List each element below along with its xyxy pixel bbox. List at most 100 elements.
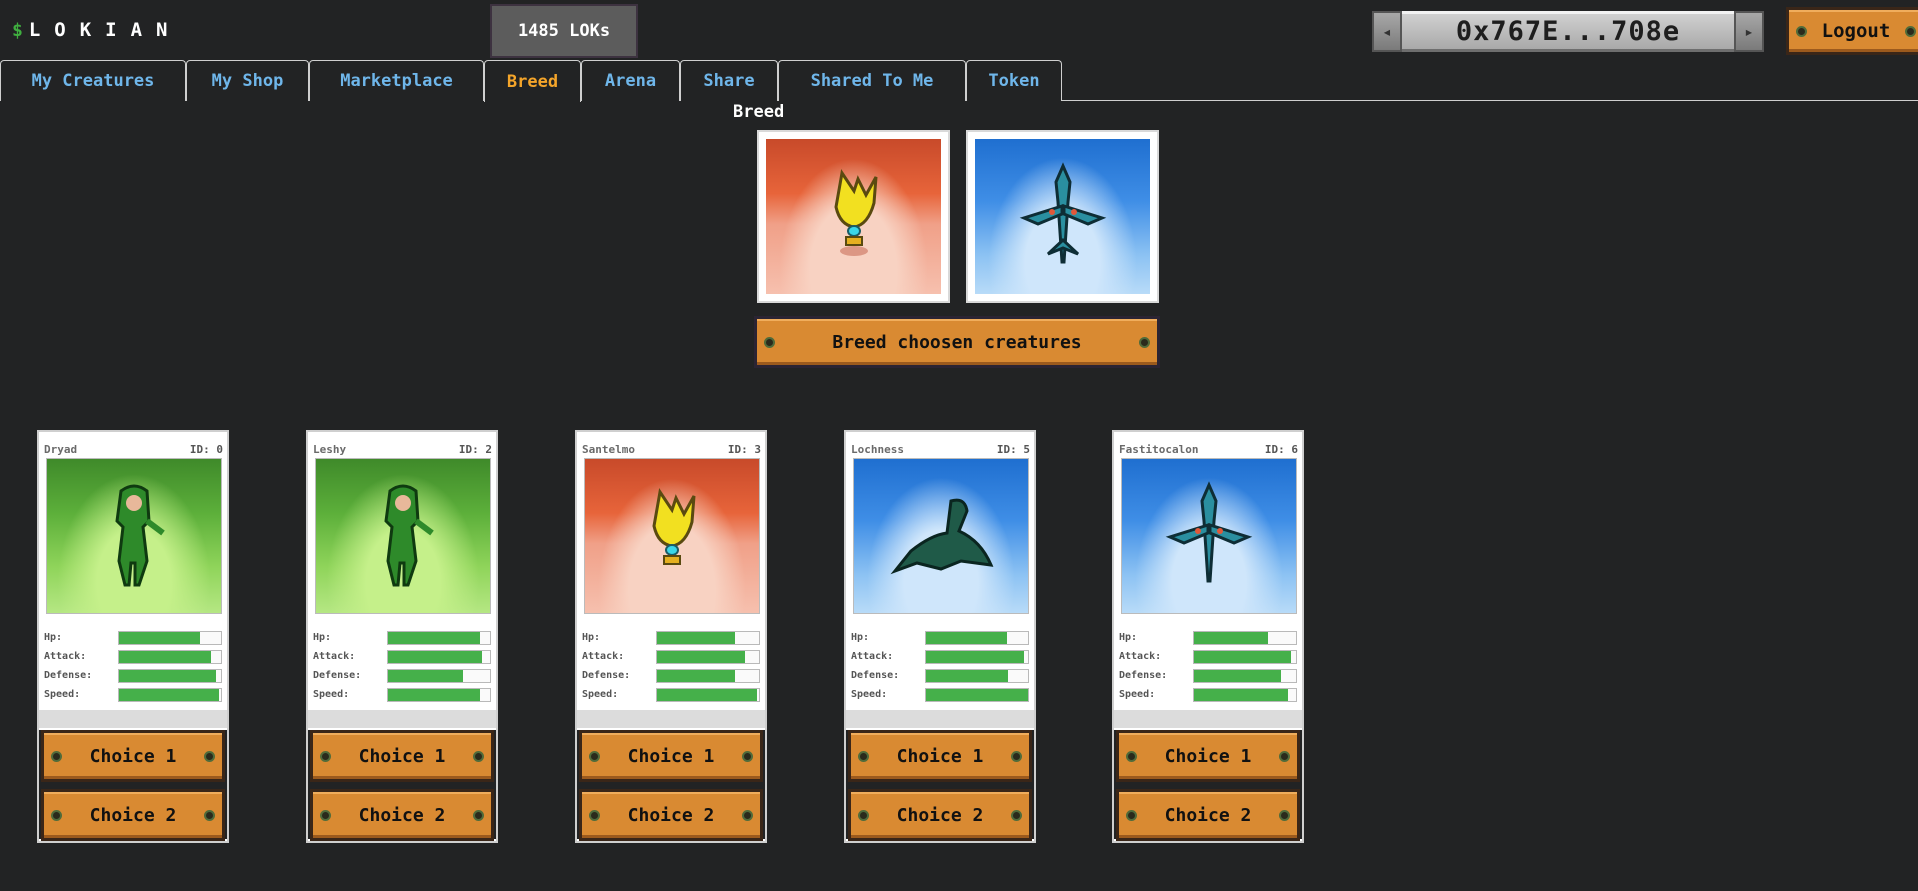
nail-icon [320, 809, 331, 821]
stat-bar [656, 630, 760, 645]
stat-label: Speed: [1119, 689, 1156, 700]
stat-bar-fill [657, 669, 735, 682]
card-header: Fastitocalon ID: 6 [1114, 432, 1302, 458]
creature-card-dryad: Dryad ID: 0 Hp: Attack: Defense: Speed: Cho… [37, 430, 229, 843]
logout-label: Logout [1821, 20, 1891, 42]
app-logo: $ LOKIAN [12, 18, 181, 42]
choice-2-button[interactable]: Choice 2 [848, 789, 1032, 841]
stat-bar-fill [926, 688, 1028, 701]
creature-name: Leshy [313, 443, 347, 456]
stat-label: Defense: [313, 670, 362, 681]
fire-habitat-portrait [584, 458, 760, 614]
nail-icon [858, 809, 869, 821]
creature-card-leshy: Leshy ID: 2 Hp: Attack: Defense: Speed: Cho… [306, 430, 498, 843]
choice-1-label: Choice 1 [1164, 745, 1252, 767]
stat-row: Attack: [1119, 647, 1298, 666]
stat-bar [925, 687, 1029, 702]
choice-2-button[interactable]: Choice 2 [1116, 789, 1300, 841]
breed-slot-2[interactable] [966, 130, 1159, 303]
santelmo-sprite [833, 168, 877, 256]
card-actions: Choice 1 Choice 2 [846, 730, 1034, 841]
card-actions: Choice 1 Choice 2 [577, 730, 765, 841]
choice-1-button[interactable]: Choice 1 [310, 730, 494, 782]
stat-row: Defense: [1119, 666, 1298, 685]
nail-icon [589, 750, 600, 762]
stat-bar-fill [1194, 688, 1288, 701]
stat-label: Hp: [44, 632, 63, 643]
nail-icon [1796, 25, 1807, 37]
stat-bar-fill [388, 650, 482, 663]
creature-stats: Hp: Attack: Defense: Speed: [1114, 628, 1302, 704]
stat-bar [118, 649, 222, 664]
choice-1-label: Choice 1 [627, 745, 715, 767]
tab-share[interactable]: Share [680, 60, 778, 101]
stat-bar-fill [926, 650, 1024, 663]
card-divider [1114, 710, 1302, 728]
stat-bar [387, 630, 491, 645]
stat-label: Defense: [851, 670, 900, 681]
nail-icon [203, 750, 215, 762]
nail-icon [741, 809, 753, 821]
fastitocalon-sprite [1165, 481, 1253, 583]
tab-token[interactable]: Token [966, 60, 1062, 101]
stat-row: Defense: [582, 666, 761, 685]
stat-bar-fill [388, 688, 480, 701]
stat-bar-fill [1194, 669, 1281, 682]
stat-bar [656, 668, 760, 683]
stat-bar [118, 687, 222, 702]
creature-name: Dryad [44, 443, 78, 456]
stat-bar-fill [388, 631, 480, 644]
stat-bar-fill [1194, 631, 1269, 644]
choice-2-button[interactable]: Choice 2 [310, 789, 494, 841]
stat-row: Attack: [851, 647, 1030, 666]
stat-bar [925, 649, 1029, 664]
stat-label: Hp: [313, 632, 332, 643]
stat-row: Attack: [582, 647, 761, 666]
breed-slot-1[interactable] [757, 130, 950, 303]
tab-marketplace[interactable]: Marketplace [309, 60, 484, 101]
wallet-address: 0x767E...708e [1402, 11, 1734, 52]
choice-1-button[interactable]: Choice 1 [41, 730, 225, 782]
stat-bar [118, 668, 222, 683]
creature-card-santelmo: Santelmo ID: 3 Hp: Attack: Defense: Speed: … [575, 430, 767, 843]
nail-icon [858, 750, 869, 762]
creature-name: Fastitocalon [1119, 443, 1199, 456]
choice-2-label: Choice 2 [1164, 804, 1252, 826]
stat-bar [387, 687, 491, 702]
creature-id: ID: 6 [1264, 443, 1298, 456]
choice-1-label: Choice 1 [896, 745, 984, 767]
fastitocalon-sprite [1019, 161, 1106, 263]
tab-my-creatures[interactable]: My Creatures [0, 60, 186, 101]
breed-creatures-button[interactable]: Breed choosen creatures [754, 316, 1160, 368]
tab-breed[interactable]: Breed [484, 60, 581, 102]
stat-label: Speed: [851, 689, 888, 700]
choice-2-button[interactable]: Choice 2 [41, 789, 225, 841]
stat-row: Speed: [582, 685, 761, 704]
dryad-sprite [115, 484, 165, 587]
nail-icon [51, 809, 62, 821]
main-tabs: My Creatures My Shop Marketplace Breed A… [0, 60, 1918, 102]
stat-bar-fill [657, 650, 745, 663]
nail-icon [1126, 809, 1137, 821]
choice-2-button[interactable]: Choice 2 [579, 789, 763, 841]
logout-button[interactable]: Logout [1786, 7, 1918, 55]
nail-icon [320, 750, 331, 762]
nail-icon [1904, 25, 1916, 37]
stat-bar-fill [119, 650, 211, 663]
choice-1-button[interactable]: Choice 1 [1116, 730, 1300, 782]
stat-bar [387, 668, 491, 683]
choice-1-button[interactable]: Choice 1 [848, 730, 1032, 782]
tab-my-shop[interactable]: My Shop [186, 60, 309, 101]
choice-1-button[interactable]: Choice 1 [579, 730, 763, 782]
nail-icon [589, 809, 600, 821]
creature-stats: Hp: Attack: Defense: Speed: [39, 628, 227, 704]
stat-row: Hp: [313, 628, 492, 647]
tab-shared-to-me[interactable]: Shared To Me [778, 60, 966, 101]
creature-stats: Hp: Attack: Defense: Speed: [846, 628, 1034, 704]
tab-arena[interactable]: Arena [581, 60, 680, 101]
nail-icon [1126, 750, 1137, 762]
stat-label: Hp: [851, 632, 870, 643]
nail-icon [1139, 336, 1150, 348]
nail-icon [764, 336, 775, 348]
card-header: Lochness ID: 5 [846, 432, 1034, 458]
